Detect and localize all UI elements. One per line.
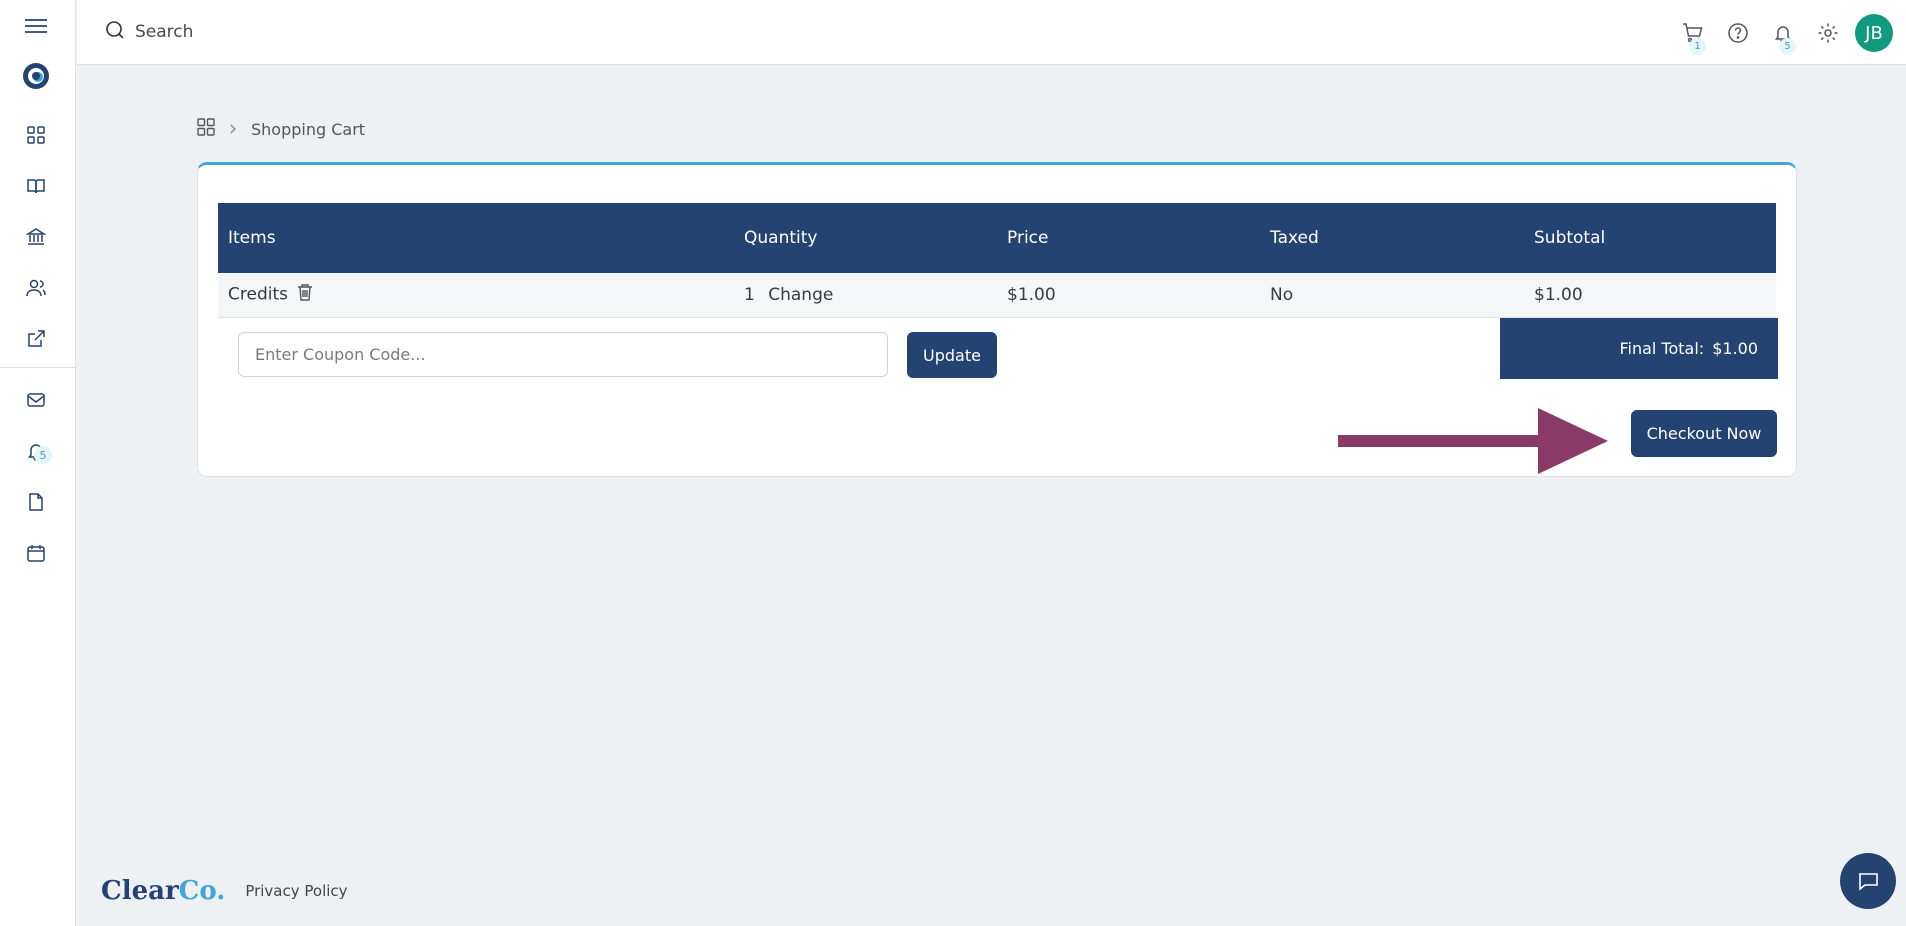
- item-name: Credits: [228, 284, 288, 305]
- cart-header-row: Items Quantity Price Taxed Subtotal: [218, 203, 1776, 273]
- footer: ClearCo. Privacy Policy: [101, 876, 348, 906]
- update-button[interactable]: Update: [907, 332, 997, 378]
- chevron-right-icon: [229, 120, 237, 139]
- user-avatar[interactable]: JB: [1855, 14, 1893, 52]
- sidebar: 5: [0, 0, 76, 926]
- cell-price: $1.00: [997, 273, 1260, 318]
- cell-taxed: No: [1260, 273, 1524, 318]
- mail-icon[interactable]: [22, 386, 50, 414]
- cell-item: Credits: [218, 273, 734, 318]
- final-total-value: $1.00: [1712, 339, 1758, 358]
- search-bar: [105, 20, 535, 44]
- coupon-code-input[interactable]: [238, 332, 888, 377]
- shopping-cart-card: Items Quantity Price Taxed Subtotal Cred…: [197, 162, 1797, 477]
- search-input[interactable]: [135, 22, 535, 42]
- final-total: Final Total: $1.00: [1500, 318, 1778, 379]
- notifications-badge: 5: [1779, 38, 1796, 55]
- top-bar: 1 5 JB: [77, 0, 1906, 65]
- brand-logo[interactable]: [22, 62, 50, 90]
- header-subtotal: Subtotal: [1524, 203, 1776, 273]
- file-icon[interactable]: [22, 488, 50, 516]
- change-quantity-link[interactable]: Change: [768, 285, 833, 305]
- users-icon[interactable]: [22, 274, 50, 302]
- checkout-now-button[interactable]: Checkout Now: [1631, 410, 1777, 457]
- dashboard-icon[interactable]: [22, 121, 50, 149]
- bank-icon[interactable]: [22, 223, 50, 251]
- sidebar-divider: [0, 367, 76, 368]
- table-row: Credits 1 Change $1.00 No $1.00: [218, 273, 1776, 318]
- breadcrumb-current: Shopping Cart: [251, 119, 366, 139]
- trash-icon[interactable]: [297, 283, 313, 306]
- clearco-logo: ClearCo.: [101, 876, 226, 906]
- header-quantity: Quantity: [734, 203, 997, 273]
- header-items: Items: [218, 203, 734, 273]
- calendar-icon[interactable]: [22, 539, 50, 567]
- quantity-value: 1: [744, 284, 755, 305]
- header-taxed: Taxed: [1260, 203, 1524, 273]
- header-price: Price: [997, 203, 1260, 273]
- cell-subtotal: $1.00: [1524, 273, 1776, 318]
- search-icon: [105, 20, 125, 44]
- cell-quantity: 1 Change: [734, 273, 997, 318]
- privacy-policy-link[interactable]: Privacy Policy: [245, 882, 347, 900]
- home-grid-icon[interactable]: [197, 118, 215, 140]
- cart-badge: 1: [1689, 38, 1706, 55]
- settings-icon[interactable]: [1814, 19, 1842, 47]
- sidebar-notification-badge: 5: [34, 446, 52, 464]
- cart-table: Items Quantity Price Taxed Subtotal Cred…: [218, 203, 1776, 318]
- book-icon[interactable]: [22, 172, 50, 200]
- help-icon[interactable]: [1724, 19, 1752, 47]
- arrow-annotation-icon: [1338, 408, 1608, 474]
- breadcrumb: Shopping Cart: [197, 118, 365, 140]
- menu-icon[interactable]: [22, 12, 50, 40]
- external-link-icon[interactable]: [22, 325, 50, 353]
- chat-icon[interactable]: [1840, 853, 1896, 909]
- final-total-label: Final Total:: [1619, 339, 1705, 358]
